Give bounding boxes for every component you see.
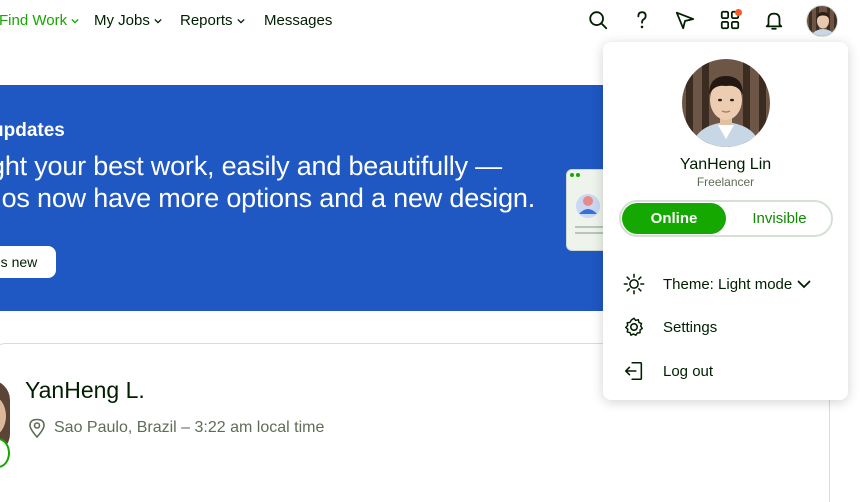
sun-icon xyxy=(623,273,645,295)
nav-find-work[interactable]: Find Work xyxy=(0,12,79,29)
status-online-option[interactable]: Online xyxy=(622,203,726,234)
dropdown-avatar-image xyxy=(682,59,770,147)
profile-location-text: Sao Paulo, Brazil – 3:22 am local time xyxy=(54,419,325,436)
help-icon[interactable] xyxy=(630,8,654,32)
dropdown-user-role: Freelancer xyxy=(696,175,755,189)
nav-reports-label: Reports xyxy=(180,12,233,29)
logout-icon xyxy=(624,361,643,381)
top-navigation: Find Work My Jobs Reports Messages xyxy=(0,0,861,42)
theme-menu-item[interactable]: Theme: Light mode xyxy=(623,270,833,298)
nav-messages[interactable]: Messages xyxy=(264,12,332,29)
profile-location: Sao Paulo, Brazil – 3:22 am local time xyxy=(28,418,324,438)
notification-dot xyxy=(735,9,742,16)
logout-label: Log out xyxy=(663,362,714,380)
status-toggle: Online Invisible xyxy=(619,200,833,237)
search-icon[interactable] xyxy=(586,8,610,32)
nav-find-work-label: Find Work xyxy=(0,12,68,29)
profile-name: YanHeng L. xyxy=(25,377,145,403)
chevron-down-icon xyxy=(154,18,162,24)
nav-my-jobs[interactable]: My Jobs xyxy=(94,12,162,29)
nav-messages-label: Messages xyxy=(264,12,333,29)
send-icon[interactable] xyxy=(673,8,697,32)
theme-label: Theme: Light mode xyxy=(663,275,793,293)
gear-icon xyxy=(625,317,643,336)
nav-reports[interactable]: Reports xyxy=(180,12,245,29)
location-pin-icon xyxy=(29,418,45,438)
nav-my-jobs-label: My Jobs xyxy=(94,12,150,29)
page: Find Work My Jobs Reports Messages pdate… xyxy=(0,0,861,502)
dropdown-user-name: YanHeng Lin xyxy=(679,156,772,173)
bell-icon[interactable] xyxy=(762,8,786,32)
chevron-down-icon xyxy=(797,280,811,289)
status-invisible-option[interactable]: Invisible xyxy=(728,203,831,234)
chevron-down-icon xyxy=(236,18,245,24)
dropdown-avatar xyxy=(682,59,770,147)
apps-icon[interactable] xyxy=(718,8,742,32)
avatar-image xyxy=(807,6,837,36)
logout-menu-item[interactable]: Log out xyxy=(623,357,833,385)
avatar[interactable] xyxy=(806,5,838,37)
banner-headline-line-2: lios now have more options and a new des… xyxy=(0,183,536,213)
account-dropdown: YanHeng Lin Freelancer Online Invisible … xyxy=(603,42,848,400)
settings-menu-item[interactable]: Settings xyxy=(623,313,833,341)
chevron-down-icon xyxy=(71,18,79,24)
banner-headline-line-1: ght your best work, easily and beautiful… xyxy=(0,151,502,181)
promo-banner: updates ght your best work, easily and b… xyxy=(0,85,640,311)
banner-kicker: updates xyxy=(0,120,65,141)
settings-label: Settings xyxy=(663,318,718,336)
whats-new-button-label: 's new xyxy=(0,254,38,270)
whats-new-button[interactable]: 's new xyxy=(0,246,56,278)
